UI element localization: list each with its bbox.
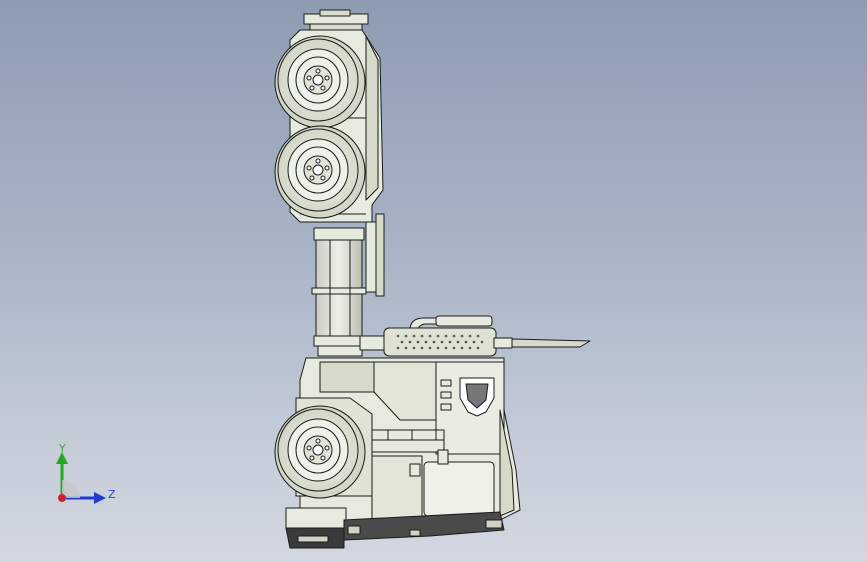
wheel-lower [274, 405, 366, 499]
y-axis-label: Y [58, 442, 66, 455]
z-axis-label: Z [108, 488, 116, 501]
origin-marker [58, 494, 66, 502]
leg-piston-column [311, 227, 367, 357]
wheel-upper-2 [274, 125, 366, 219]
exhaust-muffler [359, 315, 591, 357]
hip-flange [365, 213, 385, 297]
wheel-upper-1 [274, 35, 366, 129]
z-axis-arrow-icon [94, 492, 106, 504]
cad-graphics-viewport[interactable]: Y Z [0, 0, 867, 562]
top-cap [303, 9, 369, 31]
transformer-robot-model[interactable] [0, 0, 867, 562]
orientation-triad: Y Z [56, 442, 116, 504]
